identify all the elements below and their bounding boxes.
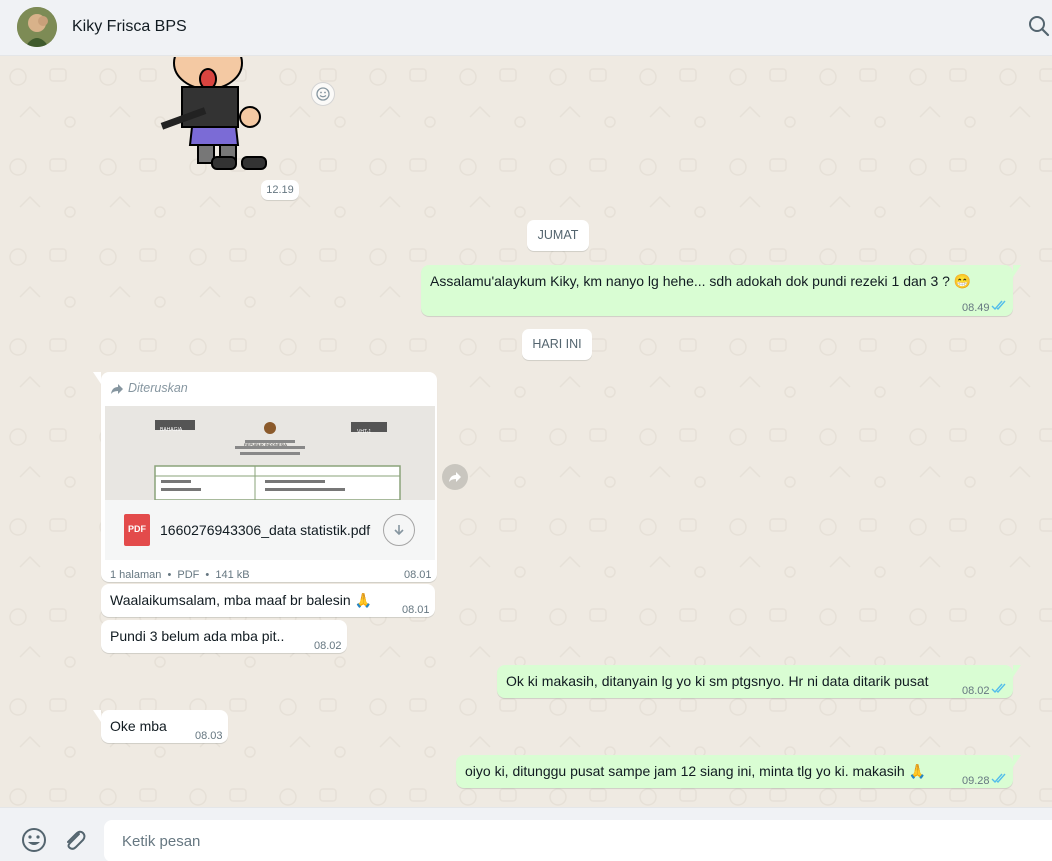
message-bubble-incoming[interactable]: Pundi 3 belum ada mba pit.. 08.02 bbox=[101, 620, 347, 653]
bubble-tail bbox=[1013, 265, 1021, 277]
document-pages: 1 halaman bbox=[110, 569, 162, 581]
pdf-file-icon: PDF bbox=[124, 514, 150, 546]
meta-separator: • bbox=[205, 569, 210, 581]
message-text: Pundi 3 belum ada mba pit.. bbox=[110, 628, 285, 644]
message-time: 09.28 bbox=[962, 775, 990, 787]
document-file-name: 1660276943306_data statistik.pdf bbox=[160, 522, 371, 538]
bubble-tail bbox=[93, 372, 101, 384]
bubble-tail bbox=[1013, 665, 1021, 677]
message-time: 08.49 bbox=[962, 302, 990, 314]
download-icon[interactable] bbox=[383, 514, 415, 546]
message-input[interactable] bbox=[104, 820, 1052, 861]
sticker-image[interactable] bbox=[158, 57, 298, 175]
message-bubble-outgoing[interactable]: Assalamu'alaykum Kiky, km nanyo lg hehe.… bbox=[421, 265, 1013, 316]
message-bubble-outgoing[interactable]: Ok ki makasih, ditanyain lg yo ki sm ptg… bbox=[497, 665, 1013, 698]
message-text: Ok ki makasih, ditanyain lg yo ki sm ptg… bbox=[506, 673, 929, 689]
search-icon[interactable] bbox=[1028, 15, 1050, 37]
message-bubble-outgoing[interactable]: oiyo ki, ditunggu pusat sampe jam 12 sia… bbox=[456, 755, 1013, 788]
preview-label: BAHAGIA bbox=[160, 427, 183, 433]
date-separator: JUMAT bbox=[527, 220, 589, 251]
message-bubble-incoming[interactable]: Oke mba 08.03 bbox=[101, 710, 228, 743]
chat-area[interactable]: 12.19 JUMAT Assalamu'alaykum Kiky, km na… bbox=[0, 57, 1052, 807]
document-size: 141 kB bbox=[215, 569, 250, 581]
forward-arrow-icon bbox=[111, 383, 123, 394]
message-bubble-document[interactable]: Diteruskan BAHAGIA VHT-1 REPUBLIK INDONE… bbox=[101, 372, 437, 582]
message-text: Assalamu'alaykum Kiky, km nanyo lg hehe.… bbox=[430, 273, 972, 289]
read-ticks-icon bbox=[991, 300, 1006, 311]
message-text: Waalaikumsalam, mba maaf br balesin 🙏 bbox=[110, 592, 373, 608]
document-preview[interactable]: BAHAGIA VHT-1 REPUBLIK INDONESIA bbox=[105, 406, 435, 500]
document-file-bar[interactable]: PDF 1660276943306_data statistik.pdf bbox=[105, 500, 435, 560]
react-emoji-icon[interactable] bbox=[311, 82, 335, 106]
read-ticks-icon bbox=[991, 683, 1006, 694]
bubble-tail bbox=[93, 710, 101, 722]
contact-name[interactable]: Kiky Frisca BPS bbox=[72, 18, 187, 36]
message-time: 08.01 bbox=[402, 604, 430, 616]
forwarded-label: Diteruskan bbox=[128, 381, 188, 395]
composer-bar bbox=[0, 807, 1052, 861]
paperclip-icon[interactable] bbox=[62, 827, 88, 853]
document-type: PDF bbox=[177, 569, 200, 581]
message-time: 08.01 bbox=[404, 569, 432, 581]
sticker-time: 12.19 bbox=[261, 180, 299, 200]
message-text: oiyo ki, ditunggu pusat sampe jam 12 sia… bbox=[465, 763, 926, 779]
forwarded-indicator: Diteruskan bbox=[110, 379, 188, 398]
document-meta: 1 halaman • PDF • 141 kB bbox=[110, 566, 250, 585]
message-bubble-incoming[interactable]: Waalaikumsalam, mba maaf br balesin 🙏 08… bbox=[101, 584, 435, 617]
message-time: 08.02 bbox=[962, 685, 990, 697]
meta-separator: • bbox=[167, 569, 172, 581]
preview-label: VHT-1 bbox=[357, 429, 372, 435]
forward-share-icon[interactable] bbox=[442, 464, 468, 490]
bubble-tail bbox=[1013, 755, 1021, 767]
preview-label: REPUBLIK INDONESIA bbox=[244, 442, 287, 447]
emoji-icon[interactable] bbox=[21, 827, 47, 853]
chat-header[interactable]: Kiky Frisca BPS bbox=[0, 0, 1052, 56]
message-time: 08.02 bbox=[314, 640, 342, 652]
read-ticks-icon bbox=[991, 773, 1006, 784]
message-time: 08.03 bbox=[195, 730, 223, 742]
avatar[interactable] bbox=[17, 7, 57, 47]
message-text: Oke mba bbox=[110, 718, 167, 734]
date-separator: HARI INI bbox=[522, 329, 592, 360]
